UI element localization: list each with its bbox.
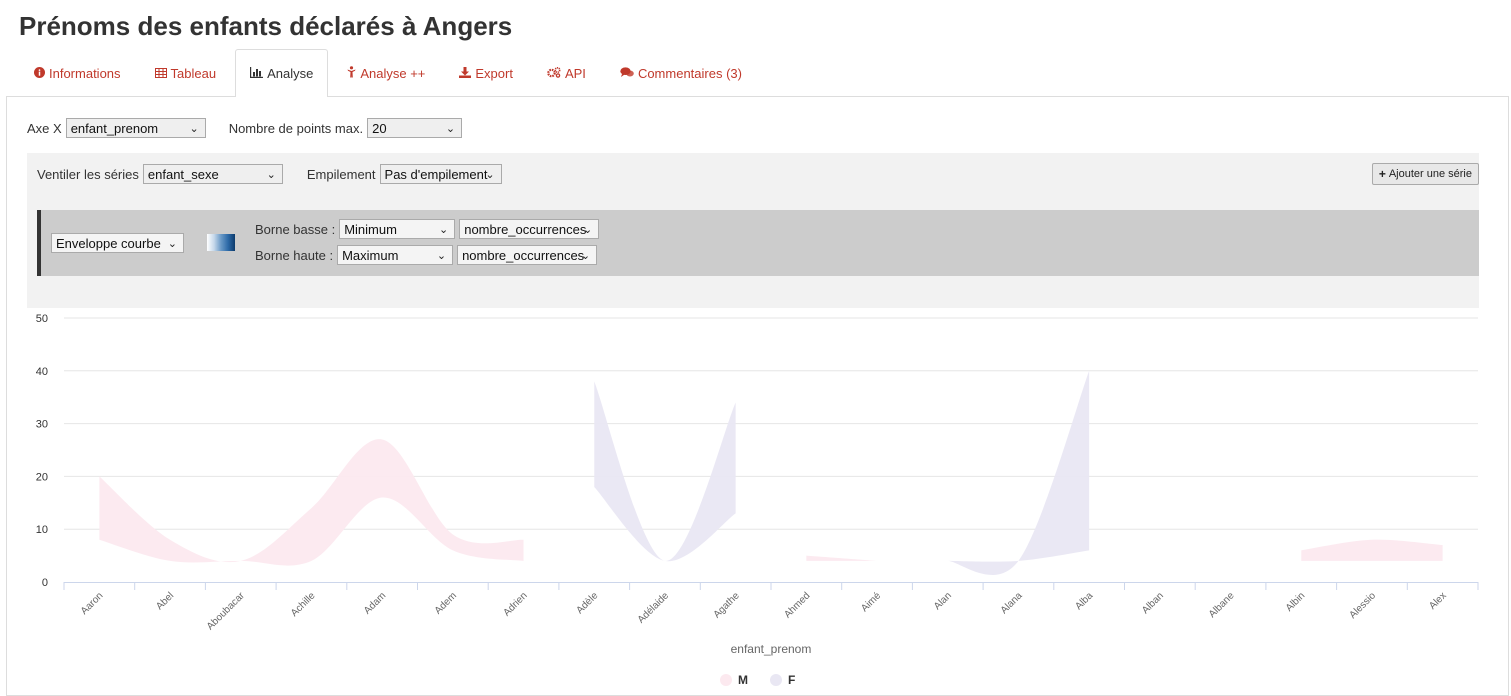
envelope-area-m (806, 555, 878, 561)
x-tick-label: Adrien (501, 590, 529, 618)
x-tick-label: Alex (1427, 590, 1449, 612)
envelope-area-m (99, 439, 524, 566)
legend-dot-f (770, 674, 782, 686)
envelope-area-f (594, 381, 736, 562)
x-tick-label: Aboubacar (205, 590, 247, 632)
bar-chart-icon (250, 66, 264, 81)
x-tick-label: Aaron (79, 590, 106, 617)
x-tick-label: Alessio (1347, 590, 1378, 621)
x-tick-label: Alan (932, 590, 954, 612)
x-tick-label: Alana (999, 590, 1025, 616)
x-tick-label: Adélaide (636, 590, 672, 626)
legend-item-f[interactable]: F (770, 673, 795, 687)
y-tick-label: 20 (36, 471, 48, 483)
x-tick-label: Ahmed (782, 590, 812, 620)
envelope-chart: 0 10 20 30 40 50 Aaron Abel Aboubacar Achille Adam… (36, 313, 1479, 656)
tab-analyse[interactable]: Analyse (235, 49, 329, 97)
envelope-area-f (947, 370, 1090, 575)
x-tick-label: Abel (154, 590, 176, 612)
y-tick-label: 40 (36, 366, 48, 378)
y-tick-label: 10 (36, 524, 48, 536)
legend-item-m[interactable]: M (720, 673, 748, 687)
x-axis-title: enfant_prenom (731, 642, 812, 656)
chart-legend: M F (720, 673, 795, 687)
y-tick-label: 30 (36, 419, 48, 431)
legend-dot-m (720, 674, 732, 686)
x-tick-label: Alba (1073, 590, 1095, 612)
legend-label-m: M (738, 673, 748, 687)
tab-label: Analyse (267, 66, 314, 81)
x-tick-label: Agathe (712, 590, 742, 620)
envelope-area-m (1301, 539, 1443, 561)
x-tick-label: Adem (433, 590, 459, 616)
x-tick-label: Adam (362, 590, 388, 616)
x-tick-label: Albane (1207, 590, 1237, 620)
x-tick-label: Adèle (575, 590, 601, 616)
x-tick-label: Aimé (859, 590, 883, 614)
y-tick-label: 50 (36, 313, 48, 325)
y-tick-label: 0 (42, 577, 48, 589)
x-tick-label: Albin (1284, 590, 1308, 614)
x-tick-label: Alban (1140, 590, 1166, 616)
legend-label-f: F (788, 673, 796, 687)
x-tick-label: Achille (289, 590, 318, 619)
